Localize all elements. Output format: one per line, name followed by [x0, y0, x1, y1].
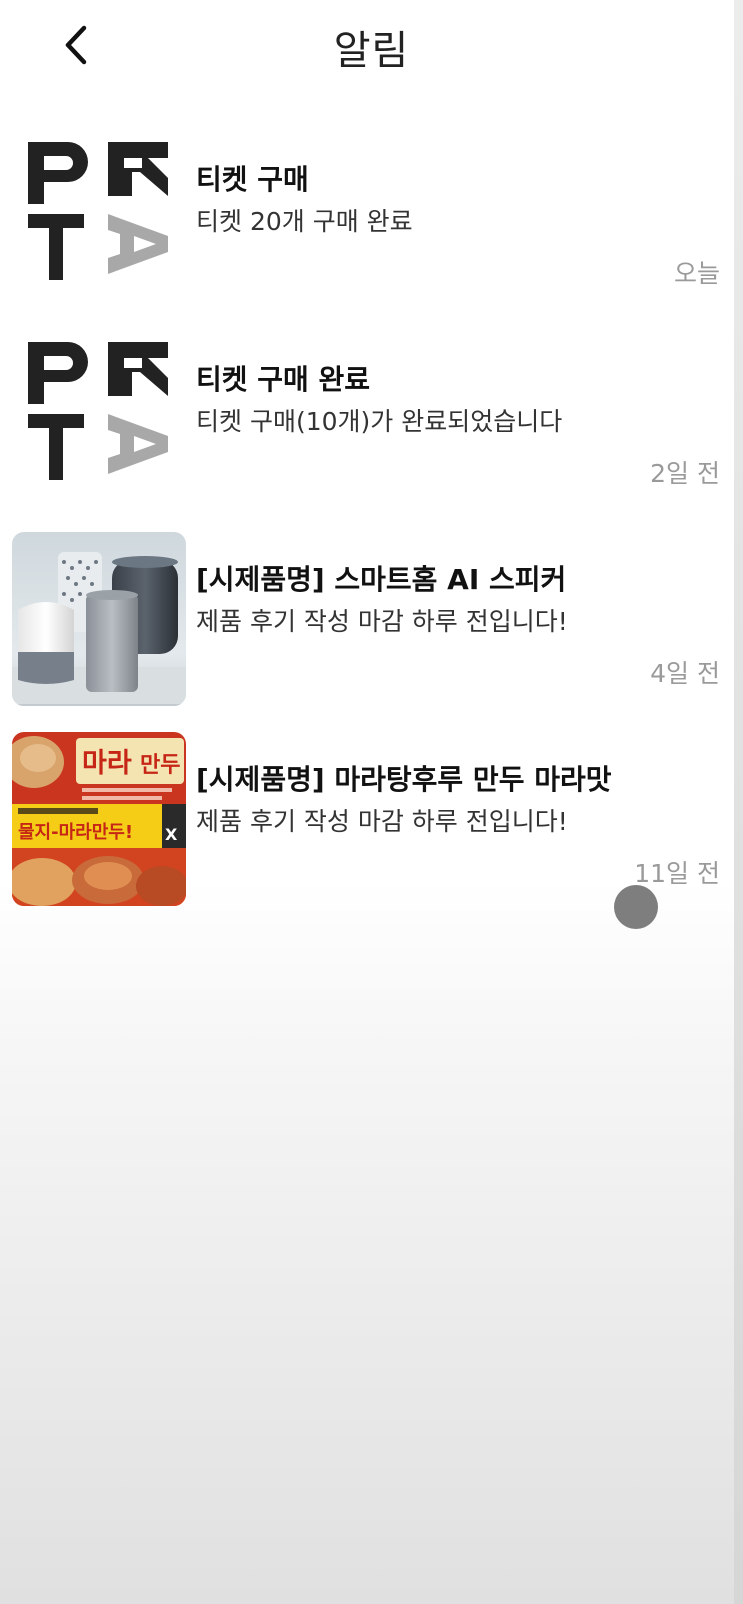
notification-title: [시제품명] 스마트홈 AI 스피커 — [196, 563, 567, 596]
screen-edge — [734, 0, 743, 1604]
ptar-logo-thumbnail — [12, 132, 186, 306]
notification-item[interactable]: [시제품명] 스마트홈 AI 스피커 제품 후기 작성 마감 하루 전입니다! … — [0, 530, 734, 730]
notification-item[interactable]: 티켓 구매 완료 티켓 구매(10개)가 완료되었습니다 2일 전 — [0, 330, 734, 530]
notification-title: 티켓 구매 완료 — [196, 363, 371, 396]
ptar-logo-thumbnail — [12, 332, 186, 506]
notification-body: 티켓 구매(10개)가 완료되었습니다 — [196, 407, 563, 436]
notification-title: 티켓 구매 — [196, 163, 309, 196]
notification-time: 오늘 — [673, 259, 720, 288]
notification-item[interactable]: 티켓 구매 티켓 20개 구매 완료 오늘 — [0, 130, 734, 330]
svg-text:마라: 마라 — [82, 748, 132, 779]
notification-title: [시제품명] 마라탕후루 만두 마라맛 — [196, 763, 612, 796]
app-header: 알림 — [0, 0, 734, 100]
notification-time: 4일 전 — [650, 659, 720, 688]
svg-text:X: X — [165, 825, 178, 844]
touch-indicator — [614, 885, 658, 929]
smart-speaker-thumbnail — [12, 532, 186, 706]
svg-text:만두: 만두 — [140, 753, 180, 778]
mala-dumpling-thumbnail: 마라 만두 물지-마라만두! X — [12, 732, 186, 906]
notification-body: 제품 후기 작성 마감 하루 전입니다! — [196, 607, 568, 636]
notification-list: 티켓 구매 티켓 20개 구매 완료 오늘 티켓 구매 완료 티켓 구매(10개… — [0, 130, 734, 930]
page-title: 알림 — [333, 28, 410, 74]
notification-time: 11일 전 — [634, 859, 720, 888]
svg-text:물지-마라만두!: 물지-마라만두! — [18, 822, 133, 843]
notification-body: 티켓 20개 구매 완료 — [196, 207, 413, 236]
notification-time: 2일 전 — [650, 459, 720, 488]
notification-body: 제품 후기 작성 마감 하루 전입니다! — [196, 807, 568, 836]
